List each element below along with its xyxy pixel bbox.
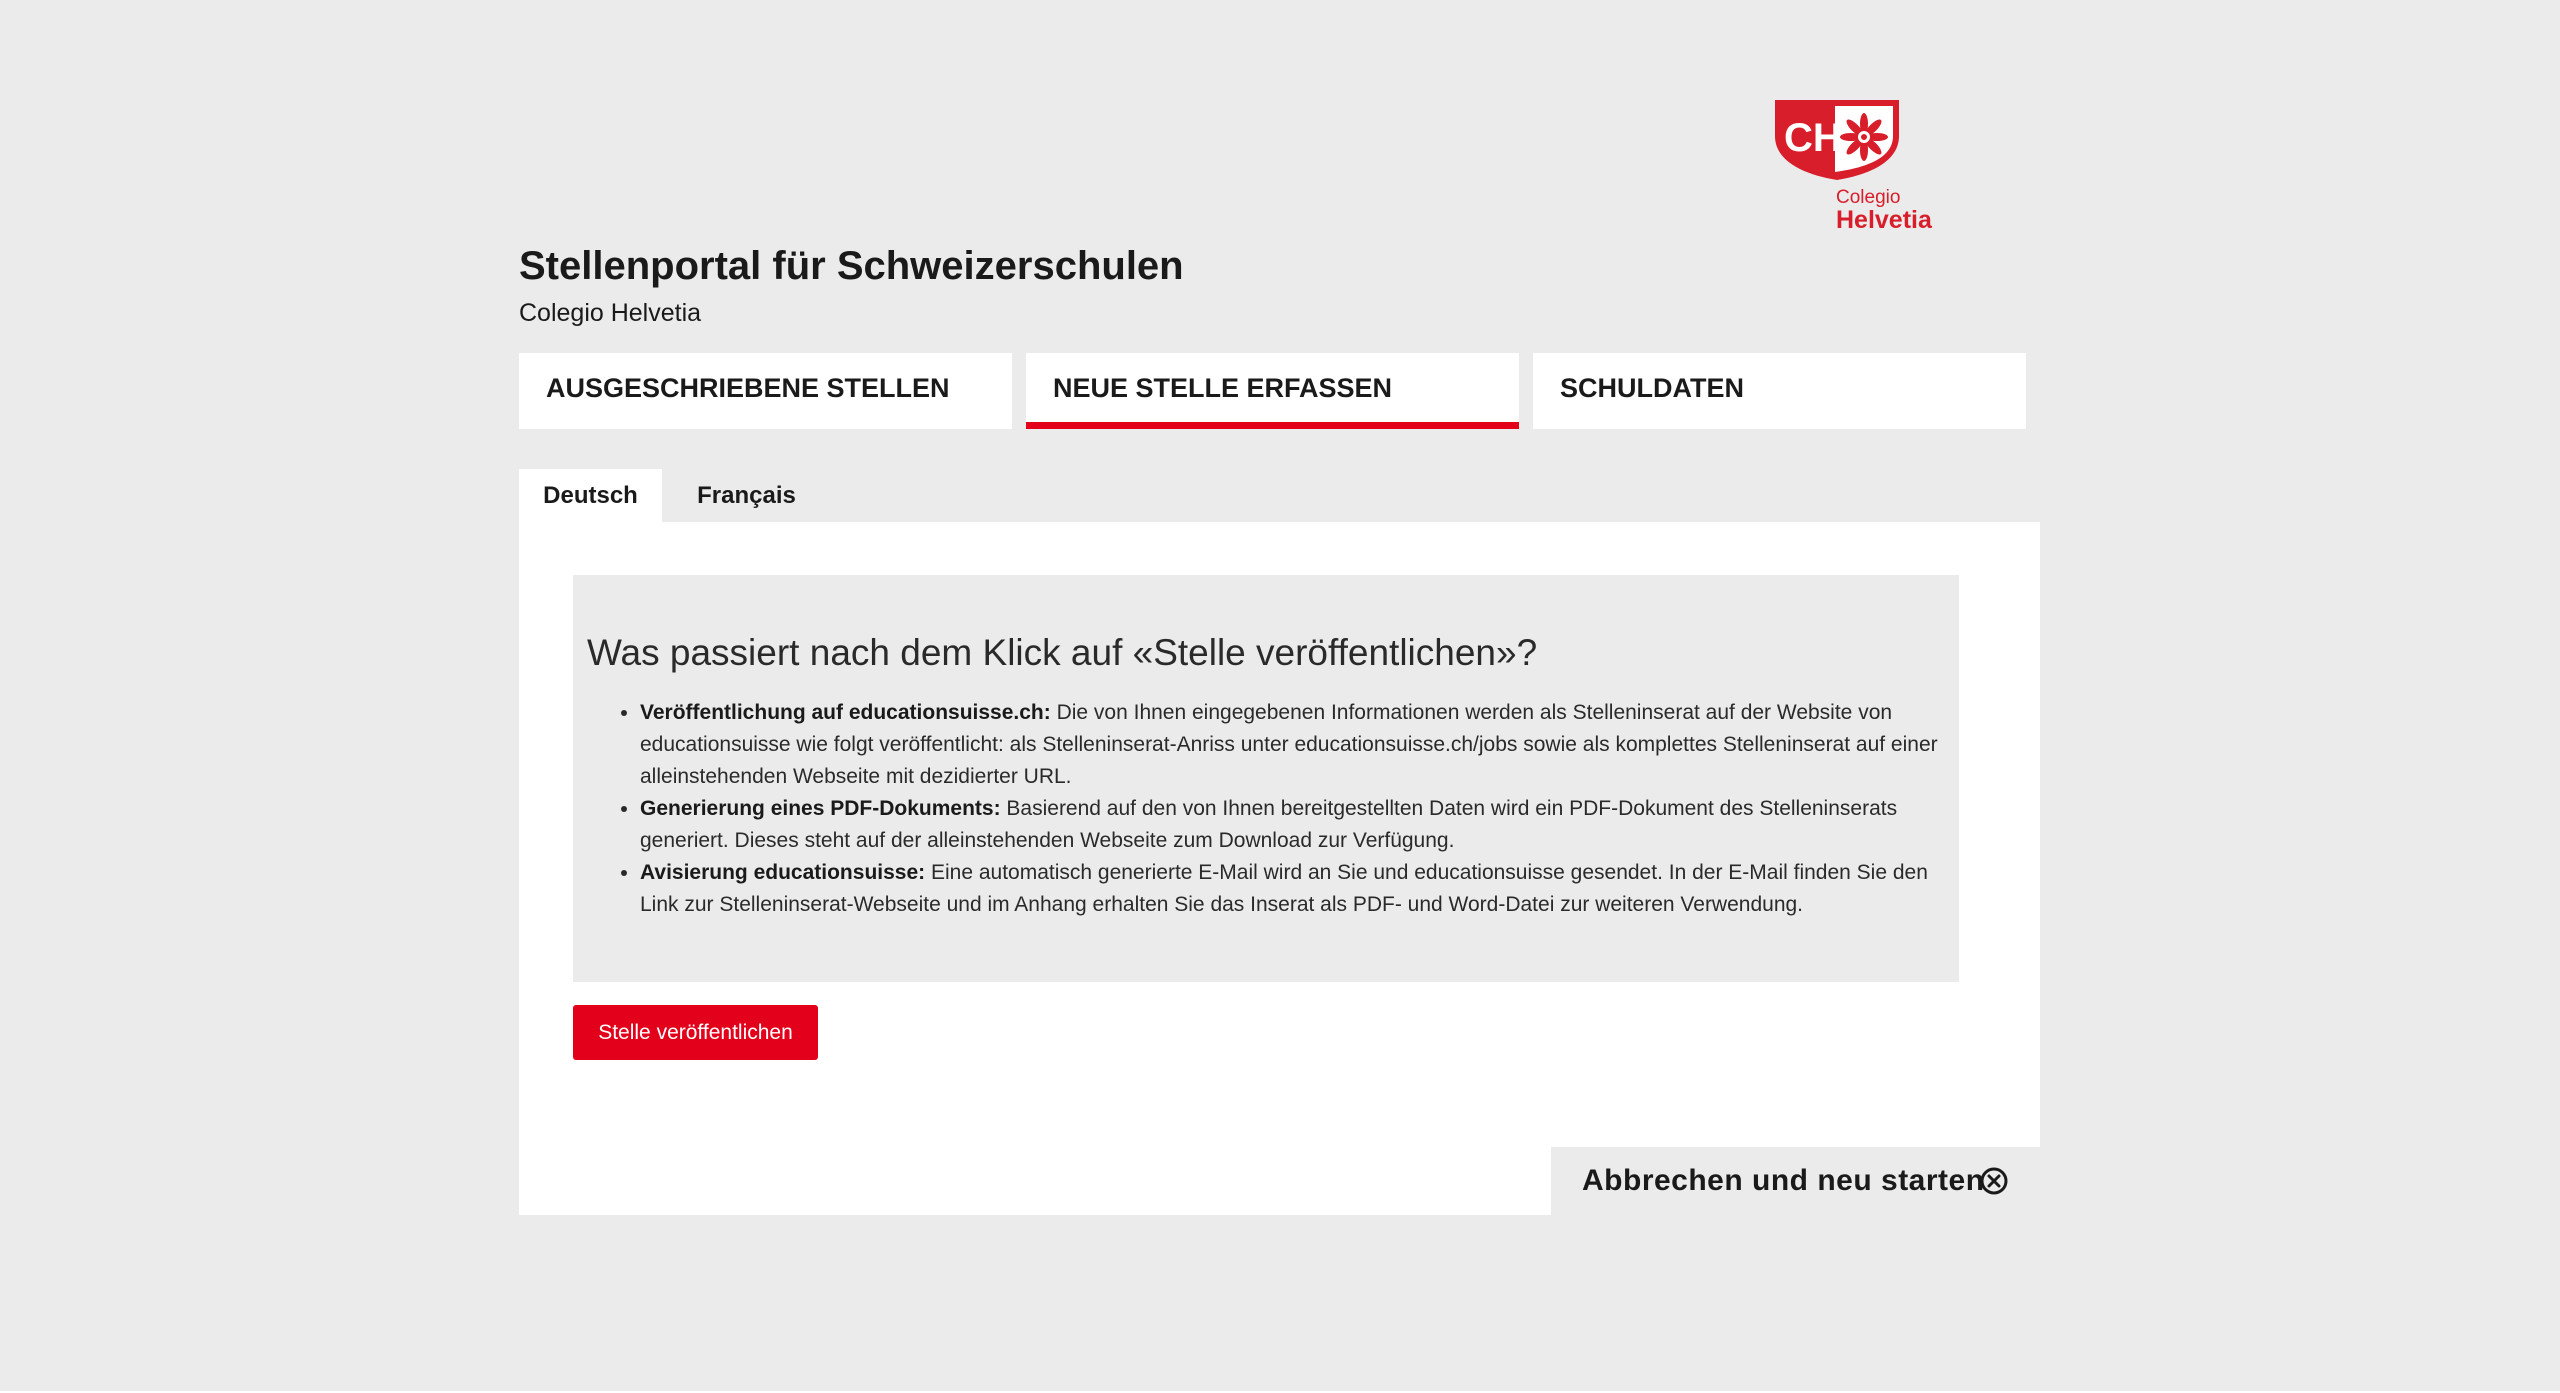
page: CH Colegio Helvetia Stellenportal für Sc… bbox=[0, 0, 2560, 1393]
info-title: Was passiert nach dem Klick auf «Stelle … bbox=[587, 632, 1538, 673]
publish-info-box: Was passiert nach dem Klick auf «Stelle … bbox=[573, 575, 1959, 982]
page-title: Stellenportal für Schweizerschulen bbox=[519, 244, 1184, 288]
logo-main-text: Helvetia bbox=[1836, 206, 1932, 234]
info-list: Veröffentlichung auf educationsuisse.ch:… bbox=[587, 697, 1945, 921]
list-item-term: Veröffentlichung auf educationsuisse.ch: bbox=[640, 701, 1051, 724]
list-item-term: Avisierung educationsuisse: bbox=[640, 861, 926, 884]
logo-mark: CH bbox=[1784, 116, 1842, 160]
tab-deutsch[interactable]: Deutsch bbox=[519, 469, 662, 523]
list-item-term: Generierung eines PDF-Dokuments: bbox=[640, 797, 1001, 820]
list-item: Veröffentlichung auf educationsuisse.ch:… bbox=[640, 697, 1945, 793]
publish-button[interactable]: Stelle veröffentlichen bbox=[573, 1005, 818, 1060]
content-panel: Was passiert nach dem Klick auf «Stelle … bbox=[519, 522, 2040, 1215]
close-circle-icon bbox=[1980, 1167, 2008, 1195]
nav-tab-ausgeschriebene-stellen[interactable]: AUSGESCHRIEBENE STELLEN bbox=[519, 353, 1012, 429]
school-logo[interactable]: CH Colegio Helvetia bbox=[1773, 96, 1933, 236]
cancel-restart-button[interactable]: Abbrechen und neu starten bbox=[1551, 1147, 2040, 1215]
edelweiss-shield-icon: CH bbox=[1775, 100, 1899, 180]
tab-francais[interactable]: Français bbox=[675, 469, 818, 523]
nav-tab-neue-stelle-erfassen[interactable]: NEUE STELLE ERFASSEN bbox=[1026, 353, 1519, 429]
list-item: Generierung eines PDF-Dokuments: Basiere… bbox=[640, 793, 1945, 857]
cancel-restart-label: Abbrechen und neu starten bbox=[1582, 1164, 1985, 1197]
school-name: Colegio Helvetia bbox=[519, 299, 702, 327]
logo-sub-text: Colegio bbox=[1836, 187, 1901, 208]
nav-tab-schuldaten[interactable]: SCHULDATEN bbox=[1533, 353, 2026, 429]
list-item: Avisierung educationsuisse: Eine automat… bbox=[640, 857, 1945, 921]
